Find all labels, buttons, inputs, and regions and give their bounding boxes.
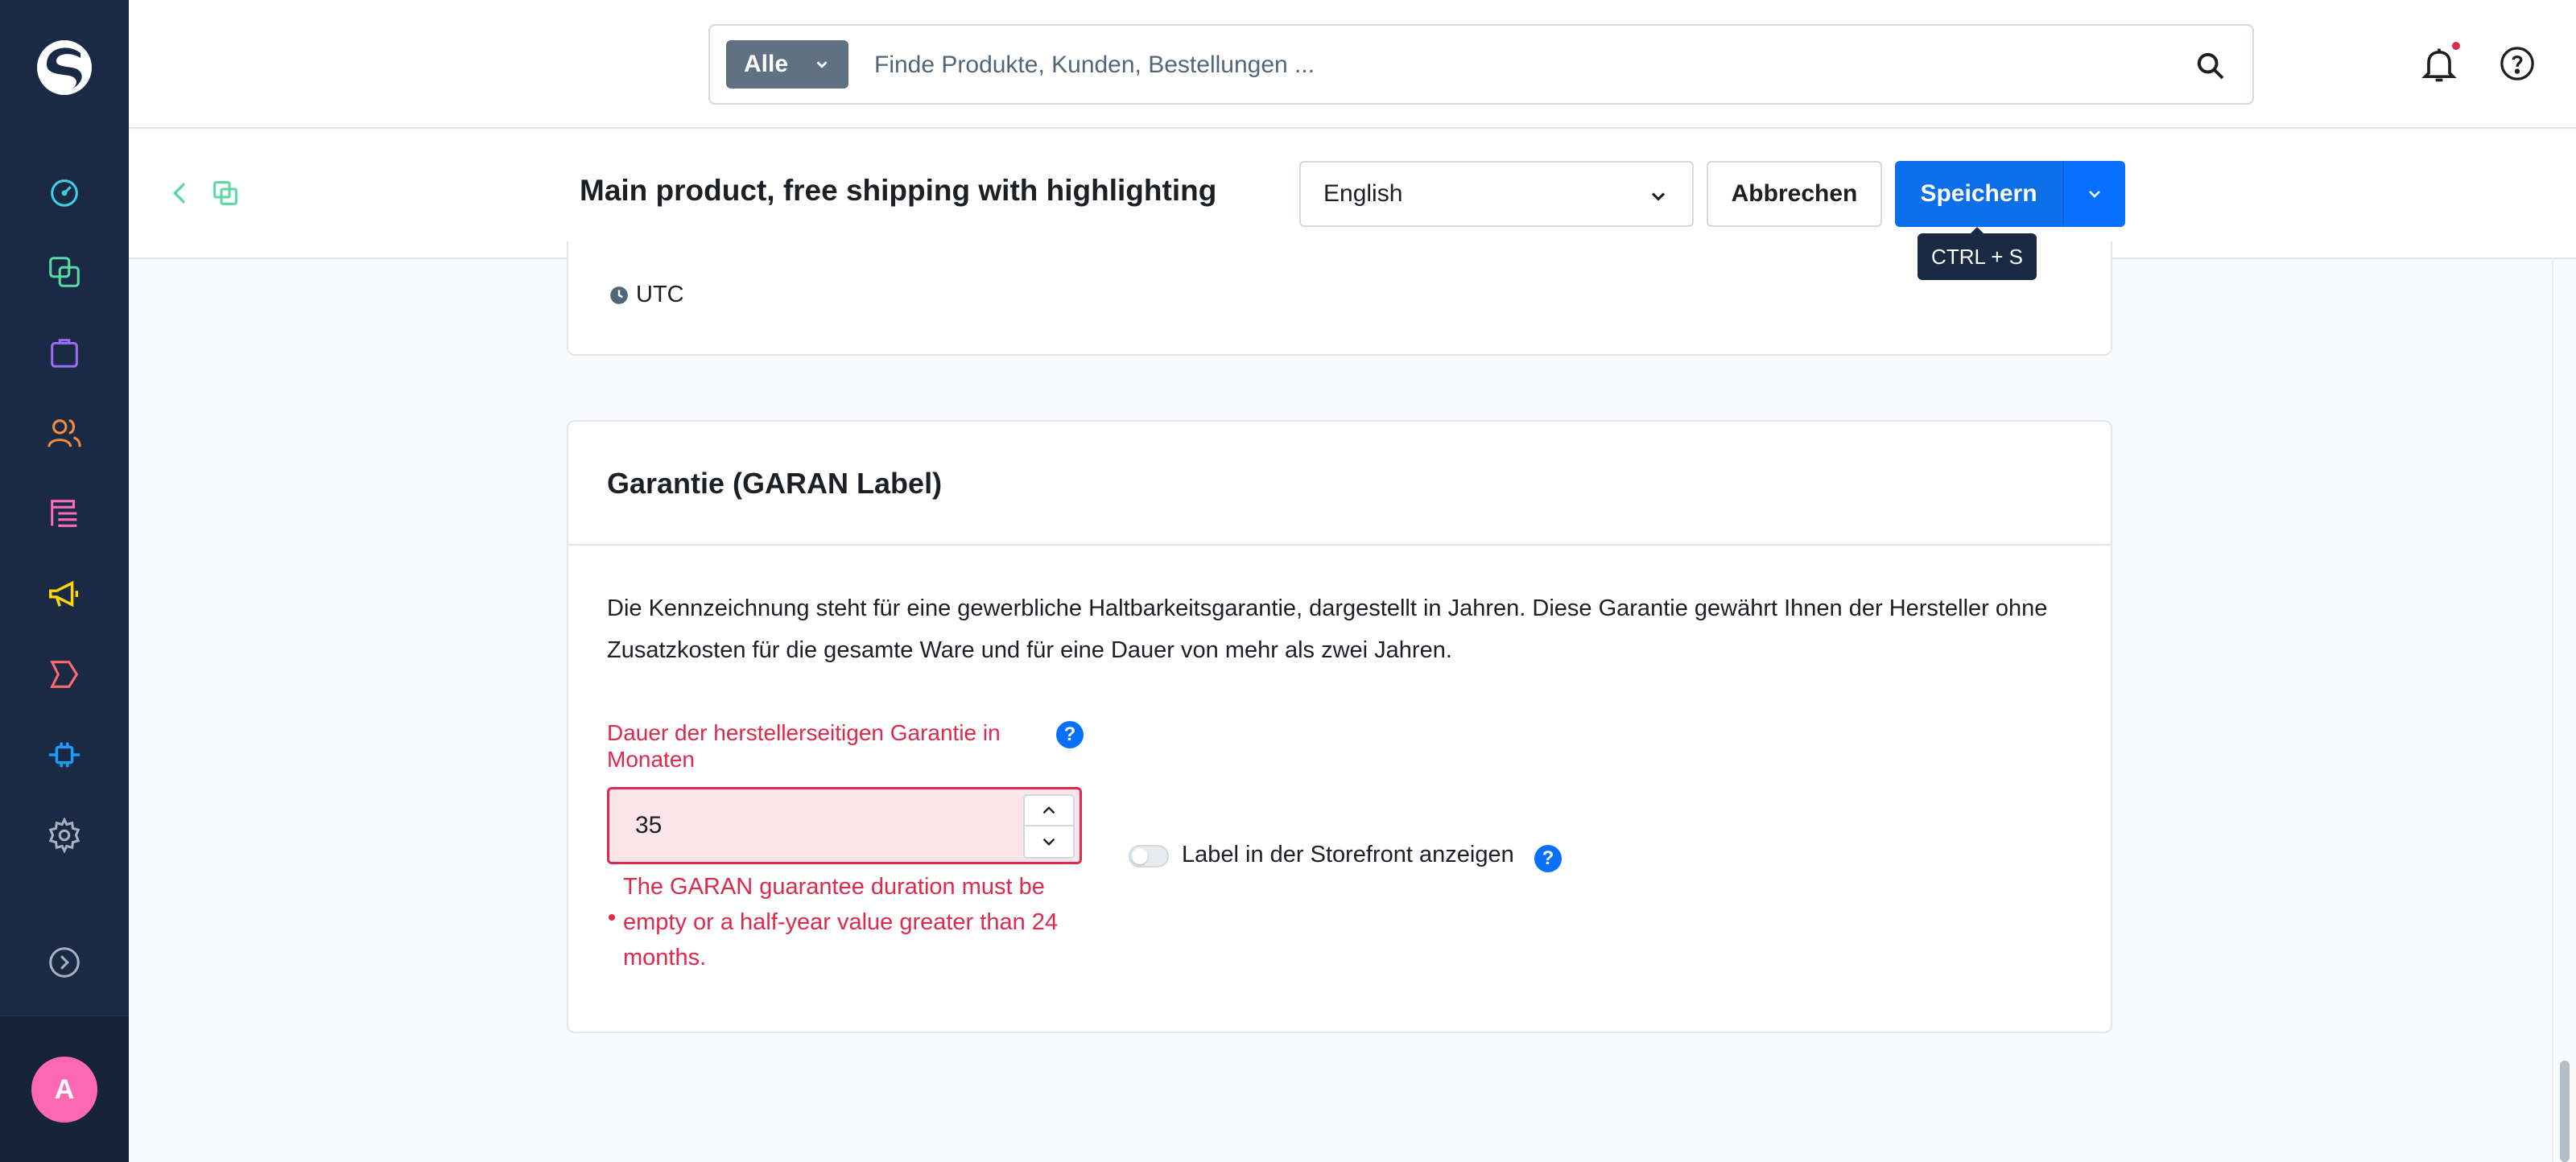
- chevron-down-icon: [1042, 838, 1055, 846]
- search-icon[interactable]: [2194, 50, 2227, 82]
- sidebar-expand-button[interactable]: [40, 938, 89, 987]
- chevron-down-icon: [2089, 191, 2100, 198]
- dashboard-icon: [51, 179, 78, 207]
- shopware-logo-icon[interactable]: [32, 35, 97, 100]
- notification-dot: [2450, 40, 2462, 52]
- scrollbar-thumb[interactable]: [2560, 1061, 2570, 1162]
- warranty-duration-value[interactable]: 35: [635, 812, 662, 839]
- search-type-select[interactable]: Alle: [726, 40, 848, 89]
- sidebar-item-orders[interactable]: [40, 328, 89, 377]
- scrollbar-track[interactable]: [2552, 259, 2576, 1162]
- megaphone-icon: [49, 580, 79, 608]
- warranty-duration-field[interactable]: 35: [607, 787, 1082, 864]
- timezone-label: UTC: [636, 282, 684, 307]
- toggle-label: Label in der Storefront anzeigen: [1182, 842, 1514, 867]
- storefront-label-toggle[interactable]: [1129, 845, 1169, 867]
- gear-icon: [48, 817, 80, 854]
- page-title: Main product, free shipping with highlig…: [580, 174, 1217, 207]
- sidebar-item-dashboard[interactable]: [40, 167, 89, 216]
- sidebar-item-storefronts[interactable]: [40, 650, 89, 698]
- sidebar-item-marketing[interactable]: [40, 570, 89, 618]
- storefront-icon: [50, 661, 79, 688]
- error-message: The GARAN guarantee duration must be emp…: [623, 874, 1059, 970]
- back-arrow-icon[interactable]: [164, 177, 196, 209]
- warranty-description: Die Kennzeichnung steht für eine gewerbl…: [607, 595, 2048, 663]
- search-input[interactable]: [874, 42, 2130, 89]
- sidebar-item-customers[interactable]: [40, 409, 89, 457]
- extensions-icon: [48, 742, 80, 768]
- sidebar-item-catalogues[interactable]: [40, 248, 89, 296]
- decrement-button[interactable]: [1023, 826, 1075, 859]
- help-icon[interactable]: ?: [1056, 721, 1084, 748]
- chevron-down-icon: [1651, 192, 1666, 201]
- save-shortcut-tooltip: CTRL + S: [1918, 227, 2037, 280]
- error-bullet: [609, 914, 615, 921]
- clock-icon: [610, 286, 628, 304]
- language-select[interactable]: English: [1299, 161, 1694, 227]
- smart-bar: Main product, free shipping with highlig…: [129, 130, 2576, 259]
- top-bar: Alle: [129, 0, 2576, 129]
- duplicate-icon[interactable]: [209, 177, 242, 209]
- search-type-label: Alle: [744, 51, 789, 77]
- catalogues-icon: [49, 257, 80, 287]
- customers-icon: [47, 419, 81, 447]
- chevron-down-icon: [816, 61, 828, 68]
- help-icon[interactable]: [2499, 45, 2536, 82]
- sidebar-item-content[interactable]: [40, 489, 89, 538]
- global-search: Alle: [708, 24, 2254, 105]
- sidebar-item-extensions[interactable]: [40, 731, 89, 779]
- language-value: English: [1323, 180, 1403, 207]
- save-options-button[interactable]: [2062, 161, 2125, 227]
- number-stepper: [1023, 794, 1075, 859]
- shopping-bag-icon: [51, 339, 78, 368]
- cancel-button[interactable]: Abbrechen: [1707, 161, 1882, 227]
- warranty-card: Garantie (GARAN Label) Die Kennzeichnung…: [567, 420, 2112, 1033]
- card-title: Garantie (GARAN Label): [607, 467, 943, 500]
- admin-sidebar: A: [0, 0, 129, 1162]
- user-avatar[interactable]: A: [31, 1057, 97, 1123]
- save-button[interactable]: Speichern: [1895, 161, 2062, 227]
- chevron-up-icon: [1042, 806, 1055, 814]
- expand-arrow-icon: [49, 947, 80, 978]
- field-error: The GARAN guarantee duration must be emp…: [607, 869, 1090, 975]
- increment-button[interactable]: [1023, 794, 1075, 826]
- warranty-duration-label: Dauer der herstellerseitigen Garantie in…: [607, 720, 1001, 772]
- help-icon[interactable]: ?: [1534, 845, 1562, 872]
- sidebar-item-settings[interactable]: [40, 811, 89, 859]
- content-icon: [51, 500, 77, 527]
- timezone-info: UTC: [609, 282, 684, 308]
- timezone-card: UTC: [567, 241, 2112, 356]
